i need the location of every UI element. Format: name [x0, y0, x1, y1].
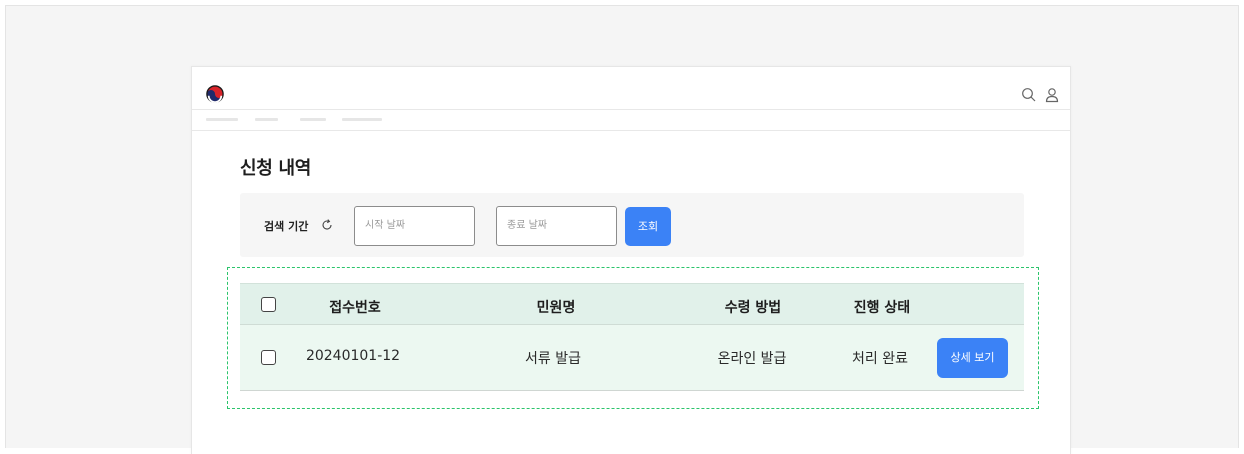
- table-row: 20240101-12 서류 발급 온라인 발급 처리 완료 상세 보기: [240, 325, 1024, 391]
- start-date-input[interactable]: 시작 날짜: [354, 206, 475, 246]
- browser-window: 신청 내역 검색 기간 시작 날짜 ~ 종료 날짜 조회 접수번호 민원명 수령…: [191, 66, 1071, 454]
- nav-item-placeholder[interactable]: [206, 118, 238, 121]
- search-filter-panel: 검색 기간 시작 날짜 ~ 종료 날짜 조회: [240, 193, 1024, 257]
- nav-item-placeholder[interactable]: [300, 118, 326, 121]
- column-header-status: 진행 상태: [853, 300, 911, 316]
- nav-item-placeholder[interactable]: [255, 118, 278, 121]
- column-header-petition-name: 민원명: [536, 300, 576, 316]
- receipt-number-cell: 20240101-12: [305, 348, 401, 364]
- end-date-input[interactable]: 종료 날짜: [496, 206, 617, 246]
- view-detail-button[interactable]: 상세 보기: [937, 338, 1008, 378]
- status-cell: 처리 완료: [852, 351, 908, 367]
- taegeuk-logo-icon[interactable]: [206, 85, 224, 103]
- canvas-background: 신청 내역 검색 기간 시작 날짜 ~ 종료 날짜 조회 접수번호 민원명 수령…: [5, 5, 1239, 454]
- site-header: [192, 67, 1070, 110]
- petition-name-cell: 서류 발급: [525, 351, 581, 367]
- nav-menu: [192, 110, 1070, 131]
- page-title: 신청 내역: [240, 158, 312, 179]
- table-header: 접수번호 민원명 수령 방법 진행 상태: [240, 283, 1024, 325]
- column-header-receipt-no: 접수번호: [329, 300, 381, 316]
- search-period-label: 검색 기간: [264, 220, 309, 233]
- receive-method-cell: 온라인 발급: [717, 351, 787, 367]
- nav-item-placeholder[interactable]: [342, 118, 382, 121]
- row-checkbox[interactable]: [261, 350, 276, 365]
- query-button[interactable]: 조회: [625, 207, 671, 246]
- column-header-receive-method: 수령 방법: [724, 300, 782, 316]
- search-icon[interactable]: [1021, 87, 1037, 103]
- user-icon[interactable]: [1044, 87, 1060, 103]
- refresh-icon[interactable]: [320, 218, 334, 232]
- select-all-checkbox[interactable]: [261, 297, 276, 312]
